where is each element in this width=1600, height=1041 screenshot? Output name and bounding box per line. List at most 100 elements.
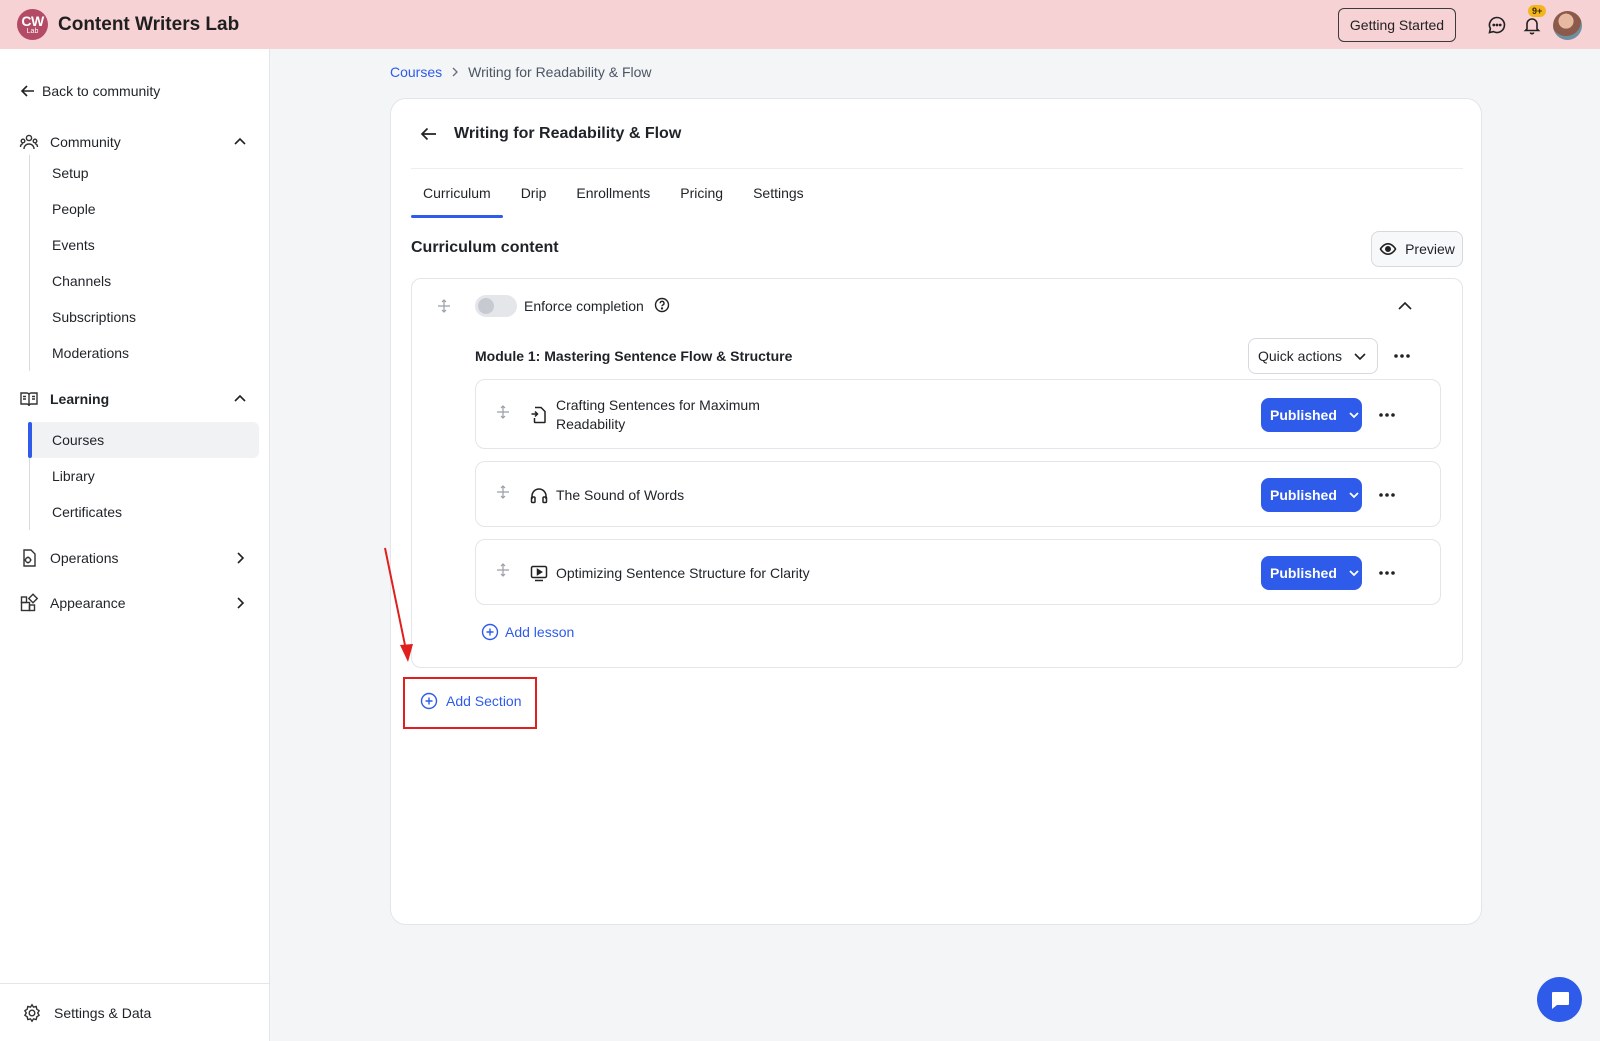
avatar[interactable] (1553, 11, 1582, 40)
status-dropdown[interactable]: Published (1261, 556, 1362, 590)
chevron-down-icon (1349, 492, 1359, 499)
operations-icon (23, 549, 36, 567)
drag-handle-icon[interactable] (496, 563, 510, 577)
module-section: Enforce completion Module 1: Mastering S… (411, 278, 1463, 668)
sidebar: Back to community Community Setup People… (0, 49, 270, 1041)
module-more-icon[interactable] (1391, 345, 1413, 367)
learning-submenu: Courses Library Certificates (28, 422, 259, 530)
chat-support-button[interactable] (1537, 977, 1582, 1022)
document-icon (531, 406, 546, 424)
lesson-row[interactable]: Optimizing Sentence Structure for Clarit… (475, 539, 1441, 605)
logo-text-top: CW (21, 13, 44, 29)
arrow-left-icon[interactable] (419, 124, 439, 144)
tab-enrollments[interactable]: Enrollments (564, 184, 662, 218)
top-bar: CW Lab Content Writers Lab Getting Start… (0, 0, 1600, 49)
help-icon[interactable] (654, 297, 670, 313)
lesson-title-line: Crafting Sentences for Maximum (556, 397, 760, 413)
sidebar-item-certificates[interactable]: Certificates (30, 494, 259, 530)
tab-settings[interactable]: Settings (741, 184, 816, 218)
lesson-row[interactable]: The Sound of Words Published (475, 461, 1441, 527)
preview-button[interactable]: Preview (1371, 231, 1463, 267)
status-dropdown[interactable]: Published (1261, 398, 1362, 432)
sidebar-item-subscriptions[interactable]: Subscriptions (30, 299, 259, 335)
add-section-button[interactable]: Add Section (420, 692, 522, 710)
chevron-up-icon[interactable] (1395, 296, 1415, 316)
drag-handle-icon[interactable] (437, 299, 451, 313)
chevron-down-icon (1349, 570, 1359, 577)
tab-curriculum[interactable]: Curriculum (411, 184, 503, 218)
tab-drip[interactable]: Drip (509, 184, 559, 218)
module-title: Module 1: Mastering Sentence Flow & Stru… (475, 348, 793, 364)
sidebar-item-library[interactable]: Library (30, 458, 259, 494)
sidebar-item-courses[interactable]: Courses (28, 422, 259, 458)
lesson-row[interactable]: Crafting Sentences for Maximum Readabili… (475, 379, 1441, 449)
status-label: Published (1270, 407, 1337, 423)
enforce-completion-label: Enforce completion (524, 298, 644, 314)
headphones-icon (530, 488, 548, 504)
page-title: Writing for Readability & Flow (454, 125, 682, 142)
app-title[interactable]: Content Writers Lab (58, 14, 239, 36)
chevron-up-icon[interactable] (231, 390, 249, 408)
sidebar-item-channels[interactable]: Channels (30, 263, 259, 299)
plus-circle-icon (481, 623, 499, 641)
sidebar-group-operations[interactable]: Operations (0, 540, 270, 576)
sidebar-group-label: Community (50, 134, 121, 150)
tab-pricing[interactable]: Pricing (668, 184, 735, 218)
chevron-up-icon[interactable] (231, 133, 249, 151)
sidebar-item-moderations[interactable]: Moderations (30, 335, 259, 371)
sidebar-group-label: Appearance (50, 595, 126, 611)
lesson-more-icon[interactable] (1376, 404, 1398, 426)
sidebar-group-appearance[interactable]: Appearance (0, 585, 270, 621)
add-lesson-button[interactable]: Add lesson (481, 623, 574, 641)
lesson-more-icon[interactable] (1376, 562, 1398, 584)
lesson-title: Crafting Sentences for Maximum Readabili… (556, 396, 760, 434)
status-label: Published (1270, 565, 1337, 581)
quick-actions-dropdown[interactable]: Quick actions (1248, 338, 1378, 374)
settings-data-label: Settings & Data (54, 1004, 152, 1021)
sidebar-group-label: Operations (50, 550, 119, 566)
sidebar-item-setup[interactable]: Setup (30, 155, 259, 191)
lesson-title-line: Readability (556, 416, 626, 432)
sidebar-group-label: Learning (50, 391, 110, 407)
lesson-title: The Sound of Words (556, 487, 685, 503)
getting-started-button[interactable]: Getting Started (1338, 8, 1456, 42)
eye-icon (1379, 242, 1397, 256)
sidebar-group-learning[interactable]: Learning (0, 381, 270, 417)
curriculum-content-heading: Curriculum content (411, 239, 559, 256)
sidebar-item-events[interactable]: Events (30, 227, 259, 263)
notification-badge: 9+ (1528, 5, 1547, 17)
lesson-title: Optimizing Sentence Structure for Clarit… (556, 565, 810, 581)
community-icon (19, 134, 39, 150)
add-lesson-label: Add lesson (505, 624, 575, 640)
book-icon (20, 392, 38, 407)
enforce-completion-toggle[interactable] (475, 295, 517, 317)
chevron-down-icon (1349, 412, 1359, 419)
status-label: Published (1270, 487, 1337, 503)
lesson-more-icon[interactable] (1376, 484, 1398, 506)
chat-bubble-icon (1551, 991, 1569, 1009)
chevron-down-icon (1354, 353, 1366, 361)
drag-handle-icon[interactable] (496, 485, 510, 499)
breadcrumb-current: Writing for Readability & Flow (468, 64, 652, 80)
course-header: Writing for Readability & Flow (411, 99, 1463, 169)
preview-label: Preview (1405, 241, 1455, 257)
sidebar-item-people[interactable]: People (30, 191, 259, 227)
chevron-right-icon (452, 67, 459, 77)
course-card: Writing for Readability & Flow Curriculu… (390, 98, 1482, 925)
status-dropdown[interactable]: Published (1261, 478, 1362, 512)
logo-text-bottom: Lab (26, 28, 39, 35)
app-logo[interactable]: CW Lab (17, 9, 48, 40)
community-submenu: Setup People Events Channels Subscriptio… (29, 155, 259, 371)
chevron-right-icon[interactable] (231, 594, 249, 612)
quick-actions-label: Quick actions (1258, 348, 1343, 364)
breadcrumb: Courses Writing for Readability & Flow (390, 64, 652, 80)
chevron-right-icon[interactable] (231, 549, 249, 567)
appearance-icon (20, 593, 39, 612)
plus-circle-icon (420, 692, 438, 710)
settings-data-link[interactable]: Settings & Data (0, 983, 270, 1041)
breadcrumb-courses-link[interactable]: Courses (390, 64, 442, 80)
back-label: Back to community (42, 83, 161, 99)
drag-handle-icon[interactable] (496, 405, 510, 419)
back-to-community-link[interactable]: Back to community (20, 83, 160, 99)
chat-icon[interactable] (1485, 13, 1509, 37)
